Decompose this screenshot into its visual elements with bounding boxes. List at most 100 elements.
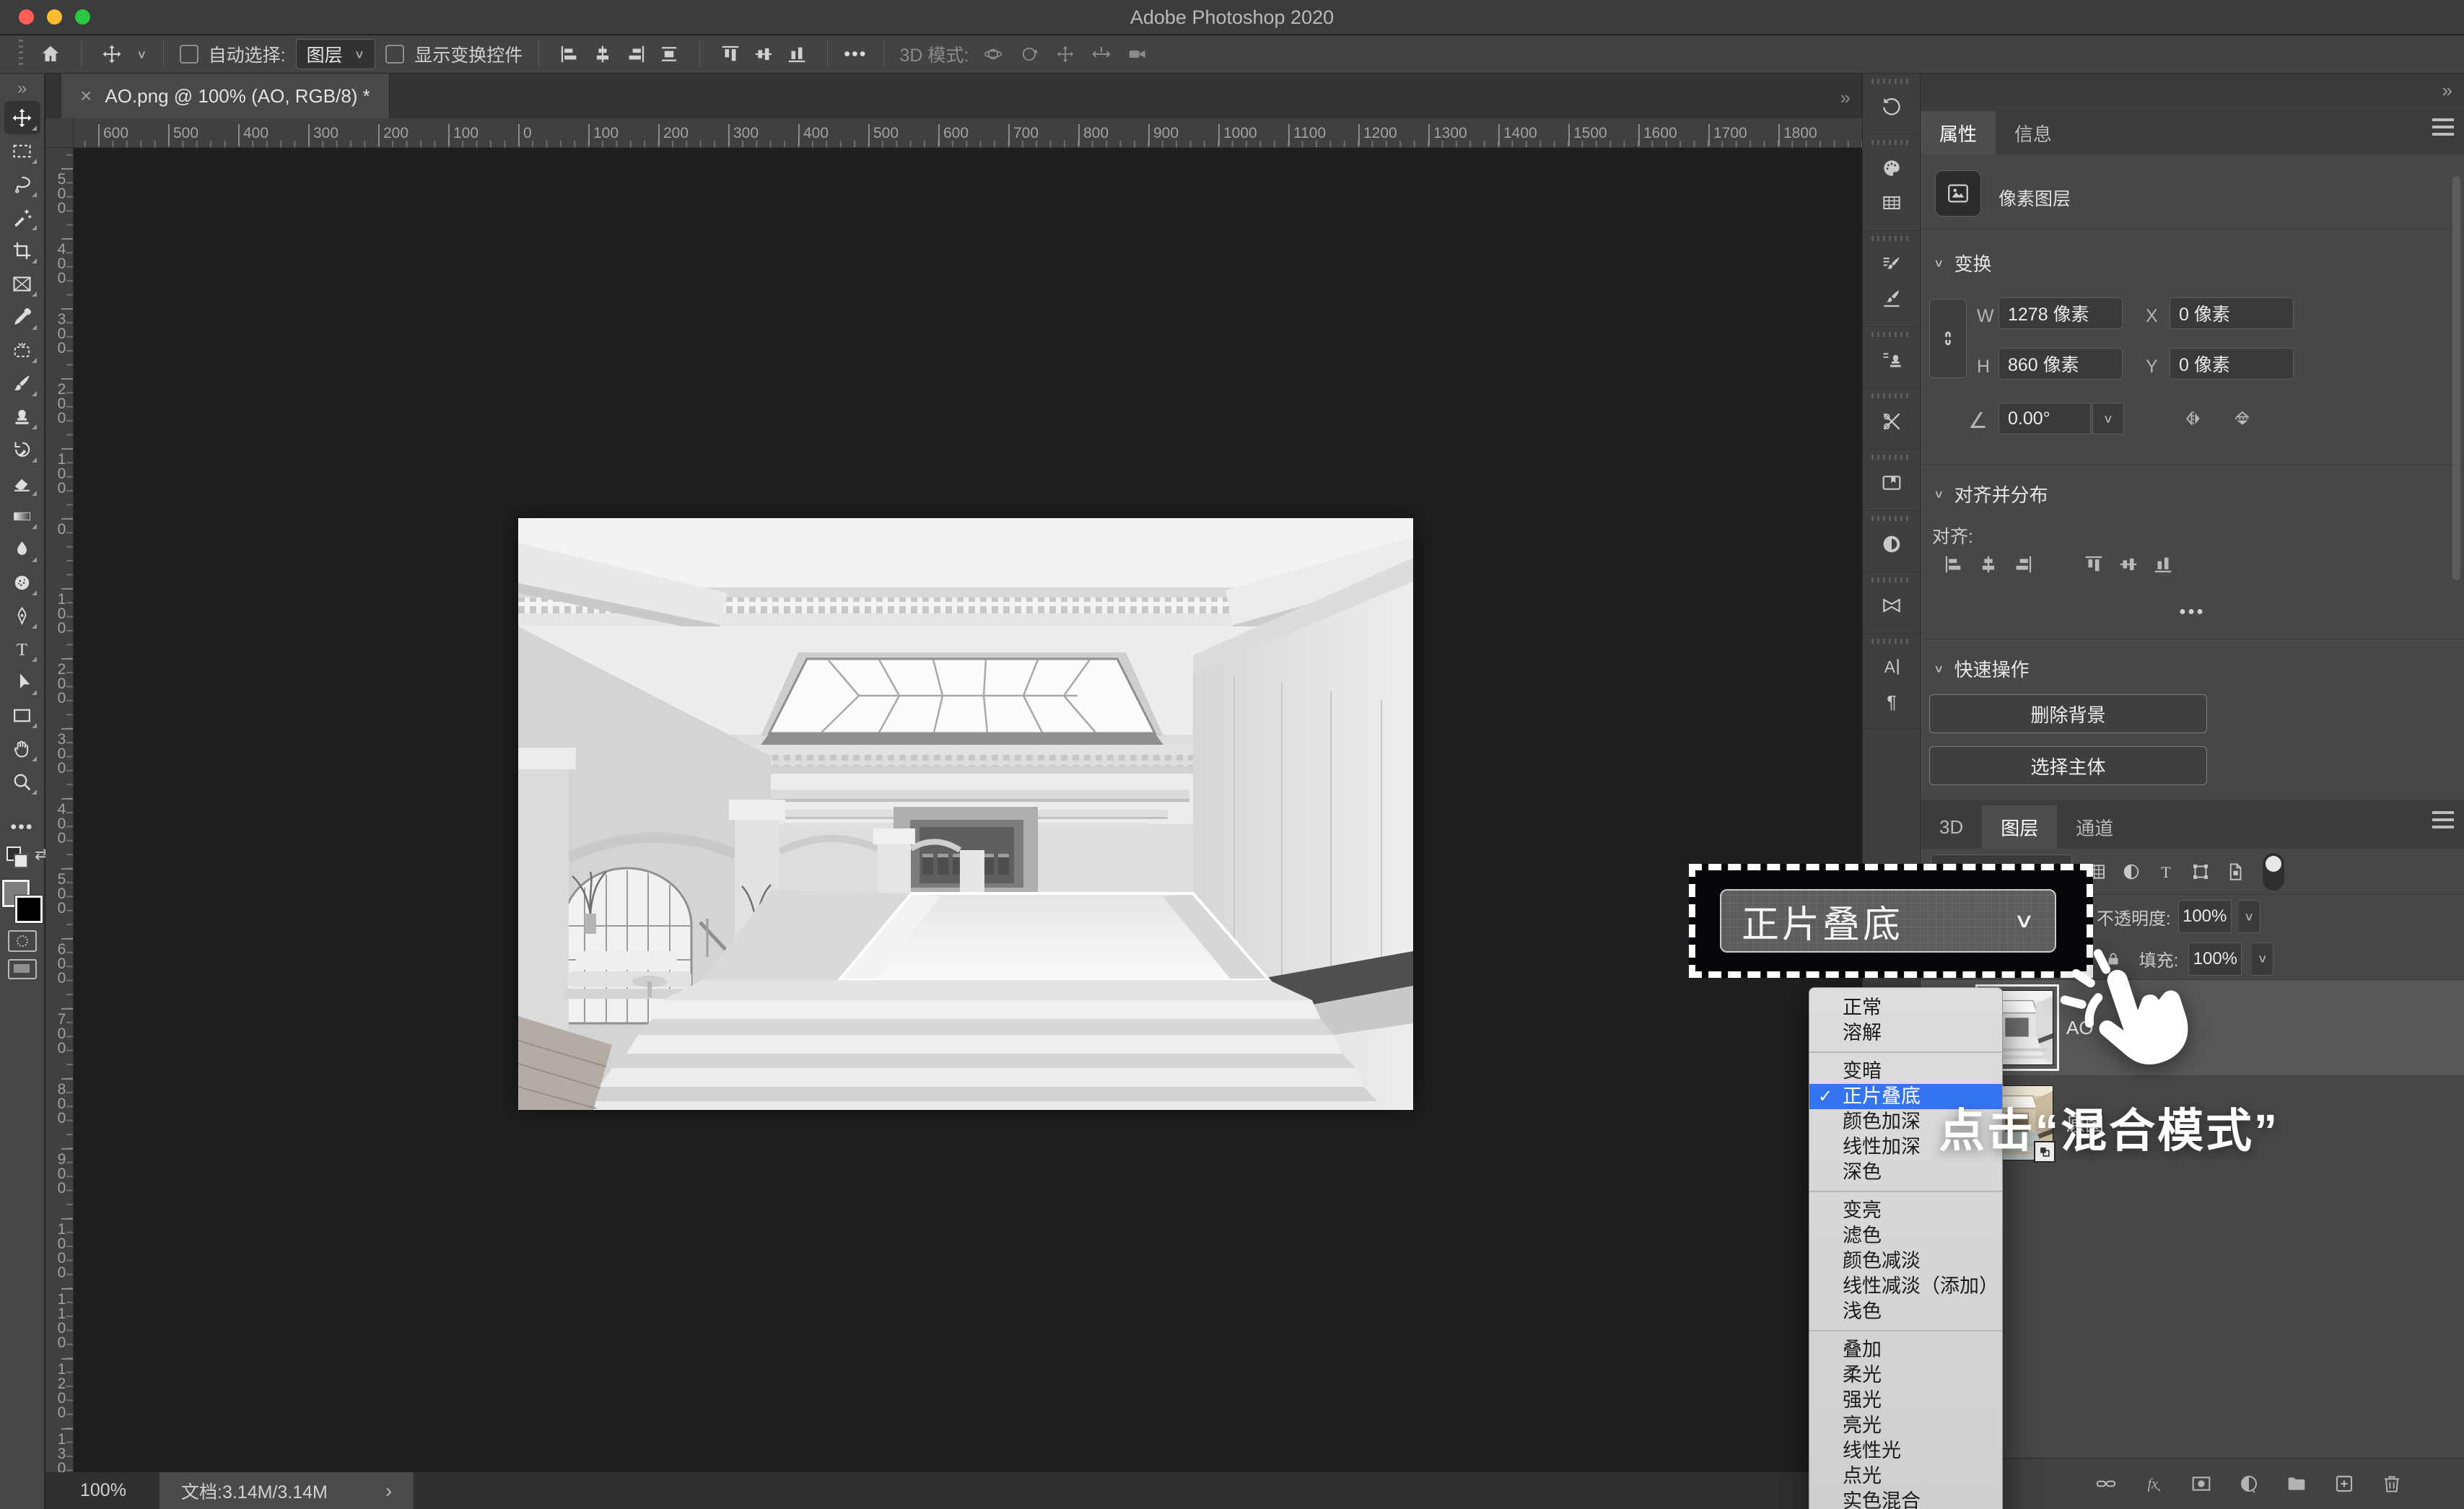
tab-overflow-icon[interactable]: »	[1840, 87, 1851, 109]
panel-group-drag-handle[interactable]	[1871, 140, 1912, 145]
background-color-swatch[interactable]	[15, 896, 43, 923]
align-left-edges-icon[interactable]	[1938, 550, 1970, 579]
character-panel-icon[interactable]: A	[1876, 651, 1908, 683]
blend-menu-item[interactable]: 亮光	[1809, 1413, 2002, 1438]
paragraph-panel-icon[interactable]: ¶	[1876, 686, 1908, 717]
dodge-tool[interactable]	[4, 566, 40, 599]
add-layer-mask-icon[interactable]	[2187, 1469, 2216, 1498]
blend-menu-item[interactable]: 线性光	[1809, 1438, 2002, 1464]
properties-scrollbar[interactable]	[2452, 176, 2460, 580]
document-size-status[interactable]: 文档:3.14M/3.14M ›	[160, 1472, 414, 1509]
tab-channels[interactable]: 通道	[2057, 805, 2132, 849]
drag-3d-icon[interactable]	[1051, 40, 1080, 69]
close-tab-icon[interactable]: ×	[80, 84, 92, 108]
x-field[interactable]: 0 像素	[2170, 297, 2294, 329]
blend-menu-item[interactable]: 变暗	[1809, 1059, 2002, 1084]
crop-tool[interactable]	[4, 234, 40, 267]
orbit-3d-icon[interactable]	[979, 40, 1008, 69]
align-top-edges-icon[interactable]	[716, 40, 745, 69]
angle-dropdown-icon[interactable]: ∨	[2092, 403, 2124, 434]
adjustments-panel-icon[interactable]	[1876, 528, 1908, 560]
transform-section-header[interactable]: ∨ 变换	[1934, 250, 1992, 276]
collapse-panels-icon[interactable]: »	[2442, 79, 2452, 102]
new-layer-icon[interactable]	[2330, 1469, 2359, 1498]
more-options-icon[interactable]: •••	[844, 44, 867, 65]
blend-menu-item[interactable]: 深色	[1809, 1160, 2002, 1185]
shape-filter-icon[interactable]	[2185, 856, 2216, 888]
align-vertical-centers-icon[interactable]	[749, 40, 778, 69]
zoom-tool[interactable]	[4, 765, 40, 798]
spot-healing-tool[interactable]	[4, 333, 40, 367]
blend-menu-item[interactable]: 溶解	[1809, 1020, 2002, 1046]
frame-tool[interactable]	[4, 267, 40, 300]
slide-3d-icon[interactable]	[1087, 40, 1116, 69]
callout-blend-dropdown[interactable]: 正片叠底 ∨	[1720, 889, 2056, 953]
ruler-origin-corner[interactable]	[45, 118, 74, 148]
canvas-pasteboard[interactable]	[74, 149, 1862, 1472]
lasso-tool[interactable]	[4, 167, 40, 201]
filter-toggle-switch[interactable]	[2263, 853, 2284, 891]
align-bottom-edges-icon[interactable]	[782, 40, 811, 69]
align-section-header[interactable]: ∨ 对齐并分布	[1934, 481, 2048, 507]
adjustment-filter-icon[interactable]	[2115, 856, 2147, 888]
clone-source-panel-icon[interactable]	[1876, 344, 1908, 376]
tab-properties[interactable]: 属性	[1921, 111, 1996, 154]
width-field[interactable]: 1278 像素	[1998, 297, 2123, 329]
align-left-edges-icon[interactable]	[555, 40, 584, 69]
panel-group-drag-handle[interactable]	[1871, 332, 1912, 337]
status-expand-icon[interactable]: ›	[385, 1479, 392, 1503]
type-tool[interactable]: T	[4, 632, 40, 665]
tab-3d[interactable]: 3D	[1921, 805, 1982, 849]
align-right-edges-icon[interactable]	[621, 40, 650, 69]
styles-panel-icon[interactable]	[1876, 590, 1908, 621]
pen-tool[interactable]	[4, 599, 40, 632]
blend-menu-item[interactable]: 点光	[1809, 1464, 2002, 1489]
screen-mode-button[interactable]	[8, 959, 37, 979]
horizontal-ruler[interactable]: 6005004003002001000100200300400500600700…	[74, 118, 1862, 148]
home-icon[interactable]	[36, 40, 65, 69]
blend-menu-item[interactable]: 强光	[1809, 1388, 2002, 1413]
gradient-tool[interactable]	[4, 499, 40, 533]
panel-group-drag-handle[interactable]	[1871, 577, 1912, 582]
quick-mask-button[interactable]	[8, 930, 37, 952]
delete-layer-icon[interactable]	[2377, 1469, 2406, 1498]
blur-tool[interactable]	[4, 533, 40, 566]
blend-menu-item[interactable]: 柔光	[1809, 1363, 2002, 1388]
fill-chevron-icon[interactable]: ∨	[2252, 942, 2273, 976]
panel-group-drag-handle[interactable]	[1871, 236, 1912, 241]
select-subject-button[interactable]: 选择主体	[1929, 746, 2207, 785]
move-tool-preset-icon[interactable]	[97, 40, 126, 69]
distribute-horizontal-icon[interactable]	[655, 40, 683, 69]
eyedropper-tool[interactable]	[4, 300, 40, 333]
move-tool[interactable]	[4, 101, 40, 134]
blend-menu-item[interactable]: 滤色	[1809, 1223, 2002, 1248]
object-selection-tool[interactable]	[4, 201, 40, 234]
blend-menu-item[interactable]: 叠加	[1809, 1337, 2002, 1363]
tool-preset-chevron-icon[interactable]: ∨	[136, 47, 147, 61]
blend-menu-item[interactable]: 浅色	[1809, 1299, 2002, 1324]
edit-toolbar-icon[interactable]: •••	[10, 817, 33, 838]
roll-3d-icon[interactable]	[1015, 40, 1044, 69]
align-more-icon[interactable]: •••	[1921, 600, 2464, 623]
tab-info[interactable]: 信息	[1996, 111, 2071, 154]
link-layers-icon[interactable]	[2092, 1469, 2120, 1498]
rectangular-marquee-tool[interactable]	[4, 134, 40, 167]
blend-menu-item[interactable]: 变亮	[1809, 1198, 2002, 1223]
align-horizontal-centers-icon[interactable]	[588, 40, 617, 69]
new-adjustment-layer-icon[interactable]	[2234, 1469, 2263, 1498]
camera-3d-icon[interactable]	[1123, 40, 1152, 69]
blend-menu-item[interactable]: 实色混合	[1809, 1489, 2002, 1509]
panel-group-drag-handle[interactable]	[1871, 516, 1912, 521]
y-field[interactable]: 0 像素	[2170, 348, 2294, 380]
auto-select-dropdown[interactable]: 图层 ∨	[296, 39, 376, 69]
default-colors-icon[interactable]: ⇄	[6, 845, 38, 870]
vertical-ruler[interactable]: 5004003002001000100200300400500600700800…	[45, 148, 74, 1472]
toolbar-collapse-icon[interactable]: »	[17, 76, 27, 101]
panel-group-drag-handle[interactable]	[1871, 639, 1912, 644]
history-brush-tool[interactable]	[4, 433, 40, 466]
clone-stamp-tool[interactable]	[4, 400, 40, 433]
canvas-image[interactable]	[518, 518, 1413, 1110]
brushes-panel-icon[interactable]	[1876, 283, 1908, 315]
align-vertical-centers-icon[interactable]	[2113, 550, 2144, 579]
align-horizontal-centers-icon[interactable]	[1972, 550, 2004, 579]
